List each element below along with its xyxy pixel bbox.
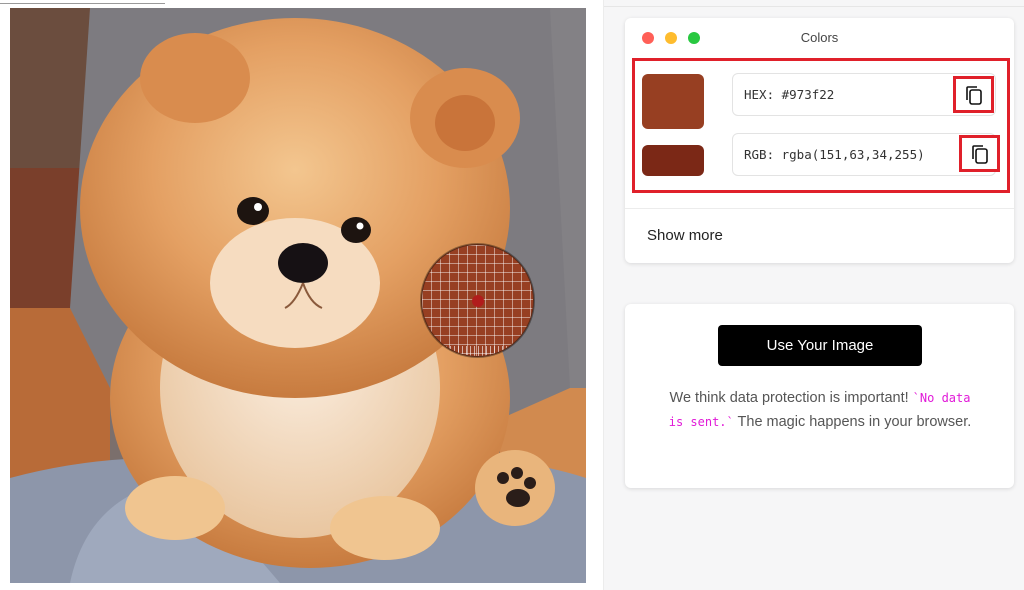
card-header: Colors [625, 18, 1014, 56]
card-title: Colors [800, 30, 839, 45]
privacy-note: We think data protection is important! `… [665, 386, 975, 434]
side-divider [604, 6, 1024, 7]
image-canvas[interactable] [10, 8, 586, 583]
rgb-value-field[interactable]: RGB: rgba(151,63,34,255) [732, 133, 996, 176]
copy-hex-button[interactable] [953, 76, 994, 113]
color-swatch-primary [642, 74, 704, 129]
color-picker-loupe[interactable] [421, 244, 534, 357]
colors-card: Colors HEX: #973f22 RGB: rgba(151,63,34,… [625, 18, 1014, 263]
picker-crosshair [472, 295, 484, 307]
color-swatch-secondary [642, 145, 704, 176]
info-card: Use Your Image We think data protection … [625, 304, 1014, 488]
top-divider [0, 3, 165, 4]
copy-icon [965, 85, 982, 105]
show-more-link[interactable]: Show more [647, 227, 723, 244]
copy-icon [971, 144, 988, 164]
loupe-edge [422, 346, 533, 356]
card-divider [625, 208, 1014, 209]
note-text-end: The magic happens in your browser. [733, 414, 972, 430]
side-panel: Colors HEX: #973f22 RGB: rgba(151,63,34,… [603, 0, 1024, 590]
note-text-start: We think data protection is important! [669, 390, 913, 406]
use-your-image-button[interactable]: Use Your Image [718, 325, 922, 366]
copy-rgb-button[interactable] [959, 135, 1000, 172]
